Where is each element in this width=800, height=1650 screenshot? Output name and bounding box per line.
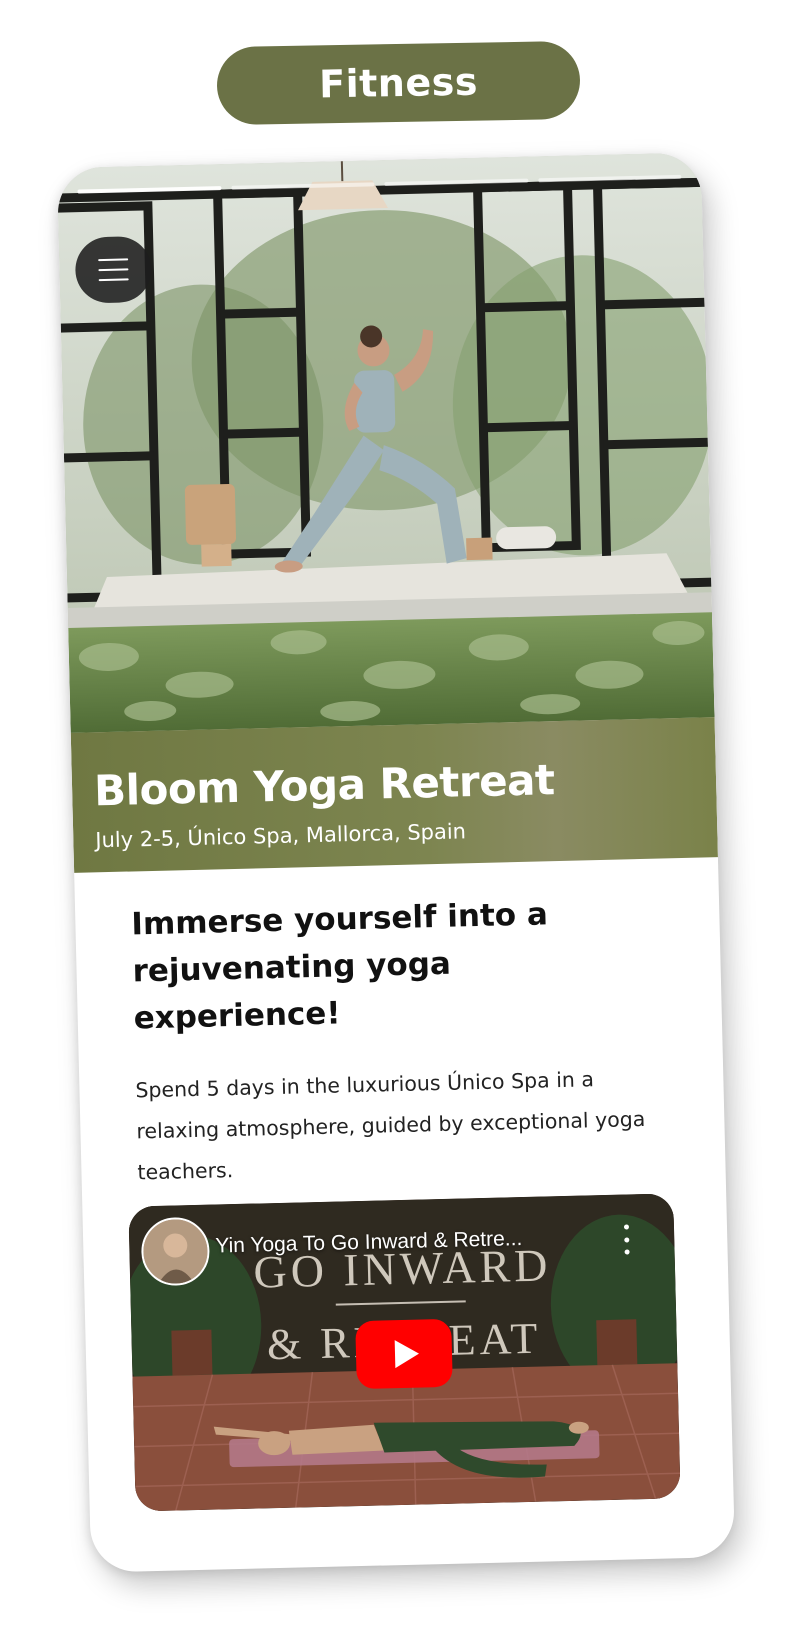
content-body: Spend 5 days in the luxurious Único Spa … [135,1067,646,1185]
avatar-image [142,1218,209,1285]
event-details: July 2-5, Único Spa, Mallorca, Spain [95,819,467,853]
video-embed[interactable]: GO INWARD & RETREAT Yin Yoga To Go Inwar… [128,1193,681,1512]
category-label: Fitness [318,59,479,107]
category-badge: Fitness [216,40,581,126]
phone-mockup: Bloom Yoga Retreat July 2-5, Único Spa, … [56,152,736,1573]
event-banner: Bloom Yoga Retreat July 2-5, Único Spa, … [70,717,718,873]
event-title: Bloom Yoga Retreat [93,755,556,816]
hamburger-icon[interactable] [74,235,153,304]
content-section: Immerse yourself into a rejuvenating yog… [131,889,668,1194]
content-headline: Immerse yourself into a rejuvenating yog… [130,896,549,1037]
play-triangle [394,1339,420,1369]
play-icon[interactable] [355,1318,453,1390]
more-vertical-icon[interactable] [622,1224,631,1255]
hero-image [56,152,715,733]
yoga-pose-photo [56,152,715,733]
